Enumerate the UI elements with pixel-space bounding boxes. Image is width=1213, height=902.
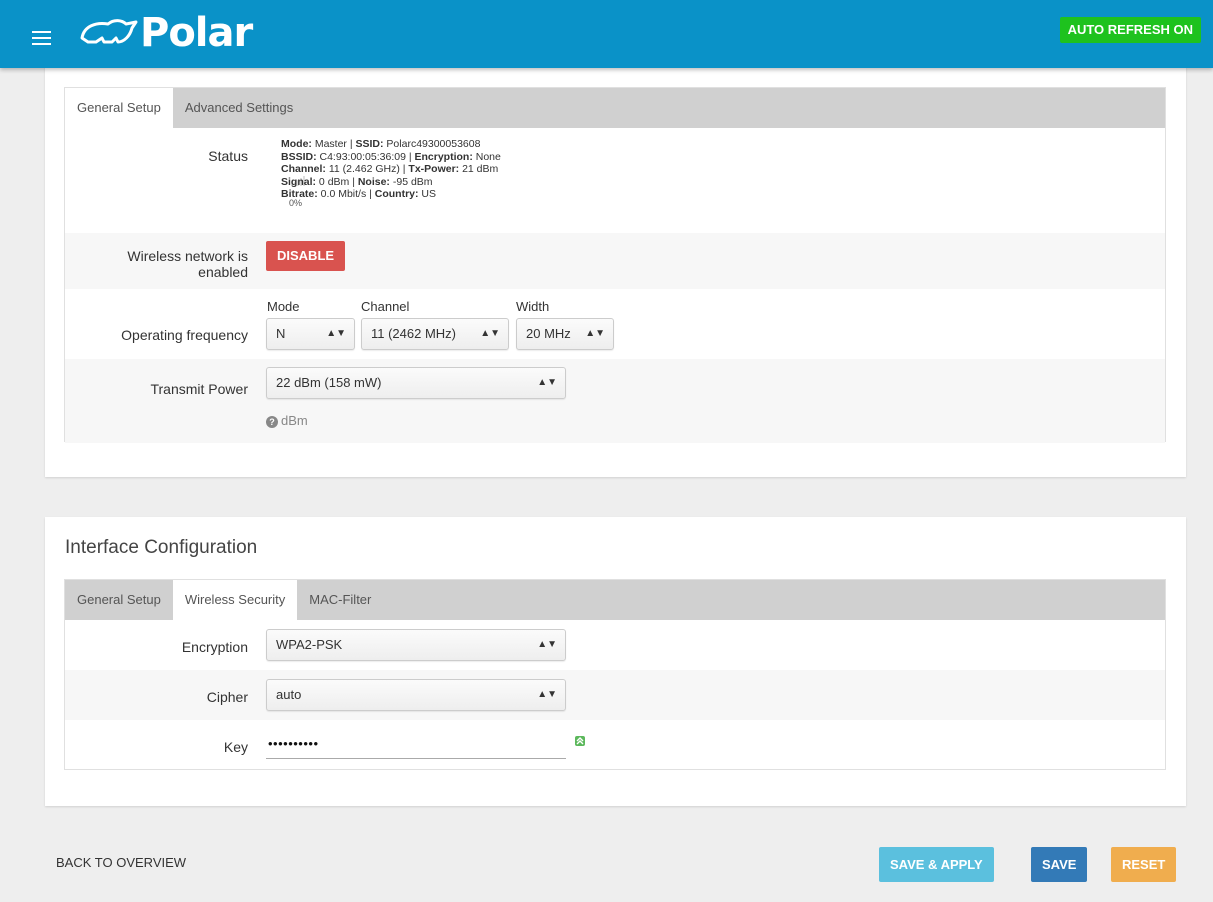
channel-label: Channel	[361, 299, 410, 314]
signal-key: Signal:	[281, 175, 317, 188]
cipher-row: Cipher auto ▲▼	[65, 670, 1165, 720]
select-arrows-icon: ▲▼	[585, 328, 605, 339]
wireless-enabled-row: Wireless network is enabled DISABLE	[65, 233, 1165, 289]
save-apply-button[interactable]: SAVE & APPLY	[879, 847, 994, 882]
device-configuration-card: General Setup Advanced Settings Status 0…	[45, 60, 1186, 477]
tab-wireless-security[interactable]: Wireless Security	[172, 580, 298, 620]
noise-key: Noise:	[357, 175, 390, 188]
interface-panel: General Setup Wireless Security MAC-Filt…	[64, 579, 1166, 770]
interface-configuration-card: Interface Configuration General Setup Wi…	[45, 517, 1186, 806]
status-details: Mode: Master | SSID: Polarc49300053608 B…	[281, 138, 501, 201]
bitrate-key: Bitrate:	[281, 188, 318, 200]
device-tabs: General Setup Advanced Settings	[65, 88, 1165, 128]
polar-bear-icon	[80, 19, 138, 44]
country-key: Country:	[374, 188, 419, 200]
wireless-label-line1: Wireless network is	[127, 248, 248, 264]
tab-advanced-settings[interactable]: Advanced Settings	[173, 88, 305, 128]
mode-key: Mode:	[281, 138, 312, 150]
key-input[interactable]: ••••••••••	[266, 729, 566, 759]
encryption-value: None	[472, 150, 501, 163]
select-arrows-icon: ▲▼	[480, 328, 500, 339]
status-label: Status	[208, 148, 248, 164]
ssid-value: Polarc49300053608	[383, 138, 481, 150]
select-arrows-icon: ▲▼	[537, 639, 557, 650]
transmit-power-value: 22 dBm (158 mW)	[276, 375, 382, 390]
key-label: Key	[223, 739, 248, 755]
cipher-select-value: auto	[276, 687, 302, 702]
width-select-value: 20 MHz	[526, 326, 571, 341]
auto-refresh-toggle[interactable]: AUTO REFRESH ON	[1059, 17, 1201, 43]
signal-value: 0 dBm |	[316, 175, 358, 188]
wireless-enabled-label: Wireless network is enabled	[127, 248, 248, 280]
encryption-key: Encryption:	[414, 150, 473, 163]
tab-general-setup[interactable]: General Setup	[65, 88, 173, 128]
save-button[interactable]: SAVE	[1031, 847, 1088, 882]
disable-button[interactable]: DISABLE	[266, 241, 346, 271]
back-to-overview-link[interactable]: BACK TO OVERVIEW	[56, 855, 186, 870]
width-label: Width	[516, 299, 550, 314]
cipher-select[interactable]: auto ▲▼	[266, 679, 566, 711]
device-panel: General Setup Advanced Settings Status 0…	[64, 87, 1166, 443]
transmit-power-hint: ? dBm	[266, 413, 308, 428]
key-row: Key ••••••••••	[65, 720, 1165, 770]
reveal-password-icon[interactable]	[573, 734, 587, 748]
width-select[interactable]: 20 MHz ▲▼	[516, 318, 614, 350]
transmit-power-label: Transmit Power	[150, 381, 248, 397]
wireless-label-line2: enabled	[198, 264, 248, 280]
tab-mac-filter[interactable]: MAC-Filter	[297, 580, 383, 620]
transmit-power-row: Transmit Power 22 dBm (158 mW) ▲▼ ? dBm	[65, 359, 1165, 443]
channel-key: Channel:	[281, 163, 326, 175]
interface-configuration-title: Interface Configuration	[65, 537, 258, 558]
mode-select[interactable]: N ▲▼	[266, 318, 355, 350]
country-value: US	[418, 188, 437, 200]
hint-text: dBm	[281, 413, 308, 428]
mode-value: Master |	[311, 138, 356, 150]
tx-power-value: 21 dBm	[459, 163, 499, 175]
app-name: Polar	[140, 10, 253, 56]
select-arrows-icon: ▲▼	[326, 328, 346, 339]
top-bar: Polar AUTO REFRESH ON	[0, 0, 1213, 68]
logo[interactable]: Polar	[78, 10, 253, 56]
channel-select-value: 11 (2462 MHz)	[371, 326, 457, 341]
mode-select-value: N	[276, 326, 286, 341]
reset-button[interactable]: RESET	[1111, 847, 1177, 882]
encryption-select[interactable]: WPA2-PSK ▲▼	[266, 629, 566, 661]
encryption-select-value: WPA2-PSK	[276, 637, 343, 652]
tab-interface-general-setup[interactable]: General Setup	[65, 580, 173, 620]
help-icon: ?	[266, 416, 278, 428]
encryption-label: Encryption	[181, 639, 248, 655]
status-row: Status 0% Mode: Master | SSID: Polarc493…	[65, 128, 1165, 233]
interface-tabs: General Setup Wireless Security MAC-Filt…	[65, 580, 1165, 620]
noise-value: -95 dBm	[389, 175, 433, 188]
encryption-row: Encryption WPA2-PSK ▲▼	[65, 620, 1165, 670]
operating-frequency-row: Operating frequency Mode Channel Width N…	[65, 289, 1165, 359]
channel-select[interactable]: 11 (2462 MHz) ▲▼	[361, 318, 509, 350]
bssid-key: BSSID:	[281, 150, 317, 163]
channel-value: 11 (2.462 GHz) |	[325, 163, 409, 175]
select-arrows-icon: ▲▼	[537, 689, 557, 700]
ssid-key: SSID:	[355, 138, 384, 150]
tx-power-key: Tx-Power:	[408, 163, 460, 175]
transmit-power-select[interactable]: 22 dBm (158 mW) ▲▼	[266, 367, 566, 399]
cipher-label: Cipher	[206, 689, 248, 705]
select-arrows-icon: ▲▼	[537, 377, 557, 388]
bssid-value: C4:93:00:05:36:09 |	[316, 150, 415, 163]
menu-icon[interactable]	[32, 31, 51, 45]
bitrate-value: 0.0 Mbit/s |	[317, 188, 375, 200]
operating-frequency-label: Operating frequency	[121, 327, 248, 343]
mode-label: Mode	[267, 299, 300, 314]
